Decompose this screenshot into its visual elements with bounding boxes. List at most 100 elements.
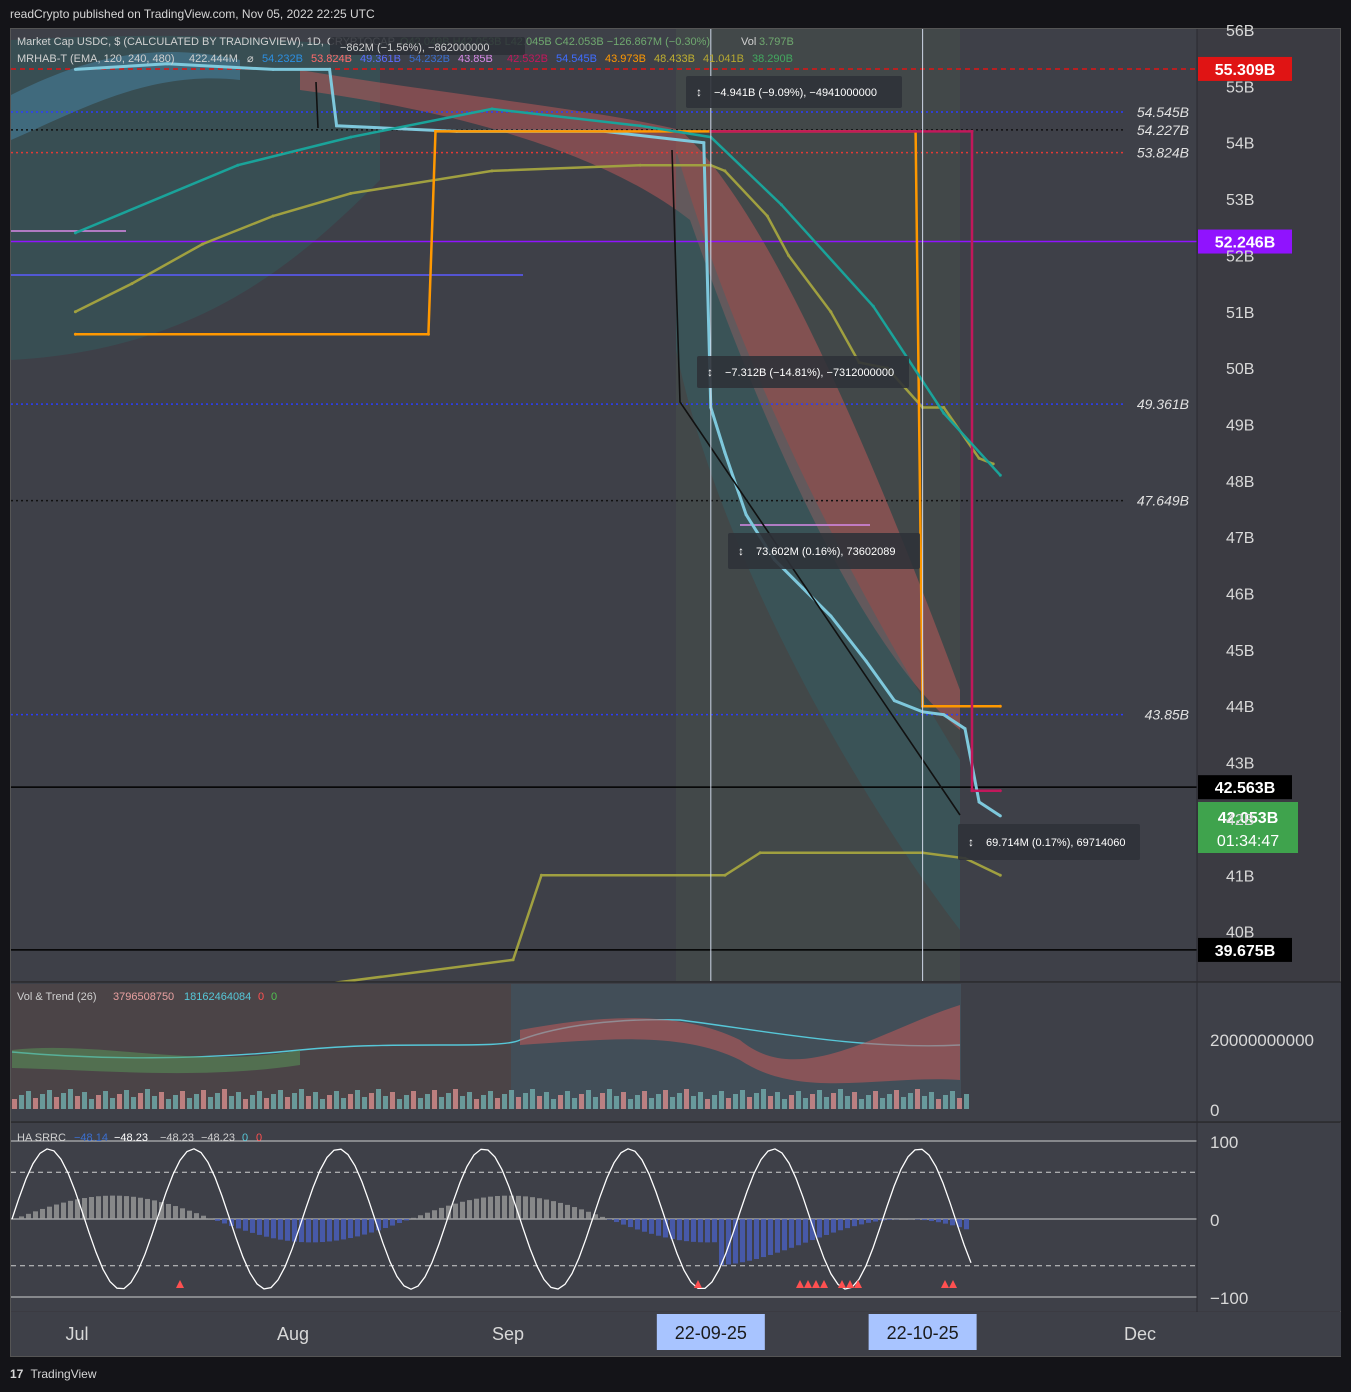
series-point xyxy=(434,129,437,133)
vol-bar xyxy=(201,1090,206,1109)
osc-y-tick: 100 xyxy=(1210,1133,1238,1152)
osc-bar xyxy=(334,1219,339,1241)
osc-bar xyxy=(642,1219,647,1232)
vol-bar xyxy=(768,1096,773,1109)
vol-y-tick: 0 xyxy=(1210,1101,1219,1120)
series-point xyxy=(73,231,77,235)
oscillator-pane[interactable] xyxy=(11,1123,1341,1311)
vol-bar xyxy=(915,1089,920,1109)
osc-y-tick: 0 xyxy=(1210,1211,1219,1230)
vol-bar xyxy=(656,1094,661,1109)
osc-bar xyxy=(124,1196,129,1219)
series-point xyxy=(998,473,1002,477)
osc-bar xyxy=(523,1196,528,1219)
vol-bar xyxy=(481,1095,486,1109)
vol-y-tick: 20000000000 xyxy=(1210,1031,1314,1050)
vol-bar xyxy=(712,1095,717,1109)
legend-vol-label: Vol xyxy=(741,36,756,48)
vol-bar xyxy=(152,1096,157,1109)
vol-legend-v1: 3796508750 xyxy=(113,991,174,1003)
vol-bar xyxy=(390,1092,395,1109)
series-point xyxy=(779,203,783,207)
osc-bar xyxy=(824,1219,829,1235)
vol-bar xyxy=(502,1094,507,1109)
osc-bar xyxy=(572,1207,577,1219)
osc-bar xyxy=(866,1219,871,1223)
osc-bar xyxy=(418,1215,423,1219)
osc-bar xyxy=(82,1198,87,1219)
osc-bar xyxy=(47,1206,52,1219)
osc-bar xyxy=(278,1219,283,1240)
vol-bar xyxy=(600,1093,605,1109)
measure-top-text: −862M (−1.56%), −862000000 xyxy=(340,42,490,54)
vol-bar xyxy=(40,1094,45,1109)
vol-bar xyxy=(663,1090,668,1109)
vol-bar xyxy=(614,1096,619,1109)
series-point xyxy=(963,727,967,731)
osc-bar xyxy=(460,1201,465,1219)
vol-bar xyxy=(964,1094,969,1109)
vol-bar xyxy=(124,1090,129,1109)
osc-bar xyxy=(222,1219,227,1224)
vol-bar xyxy=(75,1096,80,1109)
series-point xyxy=(349,135,353,139)
vol-bar xyxy=(789,1095,794,1109)
osc-bar xyxy=(355,1219,360,1237)
osc-bar xyxy=(383,1219,388,1228)
vol-bar xyxy=(845,1096,850,1109)
vol-bar xyxy=(880,1098,885,1109)
series-point xyxy=(201,242,204,246)
vol-bar xyxy=(775,1092,780,1109)
series-point xyxy=(73,332,77,336)
vol-bar xyxy=(796,1091,801,1109)
vol-bar xyxy=(593,1097,598,1109)
osc-bar xyxy=(68,1200,73,1219)
osc-bar xyxy=(565,1204,570,1219)
vol-bar xyxy=(719,1091,724,1109)
osc-bar xyxy=(215,1219,220,1221)
vol-bar xyxy=(292,1093,297,1109)
vol-bar xyxy=(733,1094,738,1109)
vol-bar xyxy=(943,1095,948,1109)
osc-bar xyxy=(166,1203,171,1219)
legend-indicator-value: 54.545B xyxy=(556,53,597,65)
series-point xyxy=(977,800,981,804)
vol-bar xyxy=(754,1093,759,1109)
osc-bar xyxy=(502,1195,507,1219)
vol-bar xyxy=(621,1092,626,1109)
measure-label: 69.714M (0.17%), 69714060 xyxy=(986,837,1125,849)
vol-bar xyxy=(68,1089,73,1109)
vol-bar xyxy=(110,1098,115,1109)
series-point xyxy=(942,713,946,717)
osc-bar xyxy=(754,1219,759,1259)
osc-bar xyxy=(775,1219,780,1253)
measure-icon: ↕ xyxy=(738,544,744,558)
chart-svg[interactable]: 55.309B54.545B54.227B53.824B52.246B49.36… xyxy=(0,0,1351,1392)
series-point xyxy=(638,124,642,128)
x-tick-label: Aug xyxy=(277,1324,309,1344)
vol-bar xyxy=(418,1098,423,1109)
osc-bar xyxy=(852,1219,857,1227)
vol-bar xyxy=(691,1096,696,1109)
osc-bar xyxy=(817,1219,822,1238)
osc-bar xyxy=(243,1219,248,1231)
vol-bar xyxy=(957,1098,962,1109)
vol-bar xyxy=(271,1094,276,1109)
vol-bar xyxy=(537,1096,542,1109)
osc-bar xyxy=(173,1206,178,1219)
price-level-label: 53.824B xyxy=(1137,145,1189,161)
osc-bar xyxy=(110,1195,115,1219)
price-level-label: 54.545B xyxy=(1137,104,1189,120)
osc-bar xyxy=(740,1219,745,1263)
osc-bar xyxy=(19,1216,24,1219)
series-point xyxy=(511,958,515,962)
vol-legend-name: Vol & Trend (26) xyxy=(17,991,97,1003)
osc-bar xyxy=(558,1202,563,1219)
series-point xyxy=(490,107,494,111)
x-tick-label: Sep xyxy=(492,1324,524,1344)
osc-bar xyxy=(768,1219,773,1255)
vol-bar xyxy=(803,1098,808,1109)
osc-bar xyxy=(600,1216,605,1219)
osc-bar xyxy=(439,1207,444,1219)
osc-bar xyxy=(138,1197,143,1219)
